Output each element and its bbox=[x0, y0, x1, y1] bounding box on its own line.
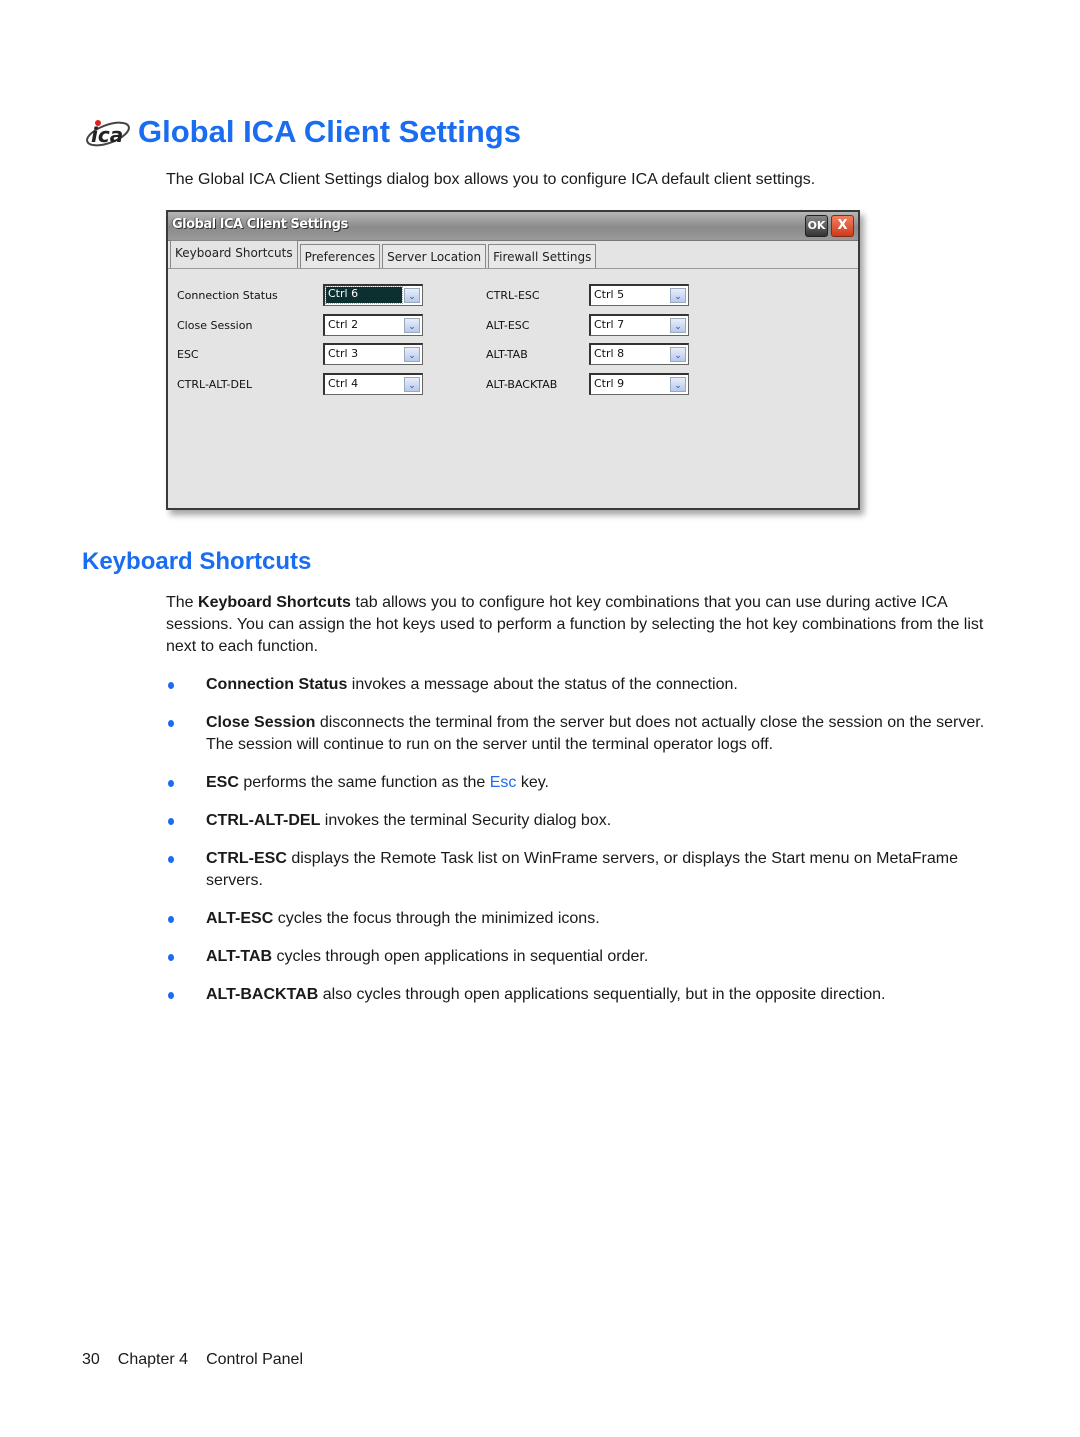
list-item: Close Session disconnects the terminal f… bbox=[166, 712, 996, 756]
desc: performs the same function as the bbox=[238, 774, 490, 791]
alt-esc-select[interactable]: Ctrl 7 ⌄ bbox=[589, 314, 689, 336]
list-item: CTRL-ESC displays the Remote Task list o… bbox=[166, 848, 996, 892]
field-label: CTRL-ESC bbox=[486, 289, 540, 302]
bullet-icon bbox=[168, 992, 174, 999]
term: ALT-TAB bbox=[206, 948, 273, 965]
select-value: Ctrl 4 bbox=[328, 377, 359, 390]
chevron-down-icon[interactable]: ⌄ bbox=[404, 347, 420, 362]
ctrl-esc-select[interactable]: Ctrl 5 ⌄ bbox=[589, 284, 689, 306]
chapter-title: Control Panel bbox=[206, 1351, 304, 1368]
term: ALT-ESC bbox=[206, 910, 274, 927]
desc: key. bbox=[516, 774, 549, 791]
list-item: Connection Status invokes a message abou… bbox=[166, 674, 996, 696]
chevron-down-icon[interactable]: ⌄ bbox=[404, 377, 420, 392]
bullet-icon bbox=[168, 954, 174, 961]
section-heading: Keyboard Shortcuts bbox=[82, 548, 312, 575]
desc: displays the Remote Task list on WinFram… bbox=[206, 850, 958, 889]
ica-logo-icon: ica bbox=[84, 112, 132, 152]
connection-status-select[interactable]: Ctrl 6 ⌄ bbox=[323, 284, 423, 306]
desc: also cycles through open applications se… bbox=[318, 986, 886, 1003]
para-bold: Keyboard Shortcuts bbox=[198, 594, 351, 611]
chevron-down-icon[interactable]: ⌄ bbox=[670, 377, 686, 392]
chevron-down-icon[interactable]: ⌄ bbox=[404, 318, 420, 333]
chevron-down-icon[interactable]: ⌄ bbox=[670, 288, 686, 303]
select-value: Ctrl 2 bbox=[328, 318, 359, 331]
bullet-icon bbox=[168, 818, 174, 825]
term: CTRL-ESC bbox=[206, 850, 287, 867]
list-item: ESC performs the same function as the Es… bbox=[166, 772, 996, 794]
field-label: CTRL-ALT-DEL bbox=[177, 378, 253, 391]
list-item: CTRL-ALT-DEL invokes the terminal Securi… bbox=[166, 810, 996, 832]
ok-button[interactable]: OK bbox=[805, 215, 828, 237]
tab-preferences[interactable]: Preferences bbox=[299, 244, 381, 268]
tab-bar: Keyboard Shortcuts Preferences Server Lo… bbox=[170, 240, 598, 268]
svg-text:ica: ica bbox=[91, 123, 123, 147]
field-label: ALT-ESC bbox=[486, 319, 530, 332]
alt-backtab-select[interactable]: Ctrl 9 ⌄ bbox=[589, 373, 689, 395]
term: CTRL-ALT-DEL bbox=[206, 812, 321, 829]
close-button[interactable]: X bbox=[831, 215, 854, 237]
field-label: ALT-BACKTAB bbox=[486, 378, 558, 391]
select-value: Ctrl 3 bbox=[328, 347, 359, 360]
desc: invokes a message about the status of th… bbox=[347, 676, 738, 693]
select-value: Ctrl 7 bbox=[594, 318, 625, 331]
page-title: Global ICA Client Settings bbox=[138, 114, 521, 149]
term: Close Session bbox=[206, 714, 316, 731]
field-label: Close Session bbox=[177, 319, 253, 332]
settings-dialog: Global ICA Client Settings OK X Keyboard… bbox=[166, 210, 860, 510]
field-label: ALT-TAB bbox=[486, 348, 528, 361]
term: ALT-BACKTAB bbox=[206, 986, 319, 1003]
field-label: Connection Status bbox=[177, 289, 278, 302]
chevron-down-icon[interactable]: ⌄ bbox=[670, 318, 686, 333]
shortcut-list: Connection Status invokes a message abou… bbox=[166, 674, 996, 1022]
page-footer: 30 Chapter 4 Control Panel bbox=[82, 1351, 321, 1369]
bullet-icon bbox=[168, 780, 174, 787]
tab-server-location[interactable]: Server Location bbox=[382, 244, 487, 268]
term: Connection Status bbox=[206, 676, 348, 693]
bullet-icon bbox=[168, 916, 174, 923]
chapter-label: Chapter 4 bbox=[117, 1351, 189, 1368]
tab-firewall-settings[interactable]: Firewall Settings bbox=[488, 244, 597, 268]
page-heading: ica Global ICA Client Settings bbox=[84, 112, 521, 152]
list-item: ALT-BACKTAB also cycles through open app… bbox=[166, 984, 996, 1006]
section-paragraph: The Keyboard Shortcuts tab allows you to… bbox=[166, 592, 986, 658]
intro-text: The Global ICA Client Settings dialog bo… bbox=[166, 171, 816, 188]
field-label: ESC bbox=[177, 348, 199, 361]
bullet-icon bbox=[168, 720, 174, 727]
select-value: Ctrl 8 bbox=[594, 347, 625, 360]
desc: cycles the focus through the minimized i… bbox=[273, 910, 600, 927]
tab-divider bbox=[168, 268, 858, 269]
tab-keyboard-shortcuts[interactable]: Keyboard Shortcuts bbox=[170, 240, 298, 268]
select-value: Ctrl 5 bbox=[594, 288, 625, 301]
bullet-icon bbox=[168, 856, 174, 863]
esc-link[interactable]: Esc bbox=[490, 774, 517, 791]
chevron-down-icon[interactable]: ⌄ bbox=[404, 288, 420, 303]
select-value: Ctrl 6 bbox=[325, 286, 403, 304]
bullet-icon bbox=[168, 682, 174, 689]
page-number: 30 bbox=[82, 1351, 100, 1368]
esc-select[interactable]: Ctrl 3 ⌄ bbox=[323, 343, 423, 365]
dialog-title: Global ICA Client Settings bbox=[172, 217, 348, 232]
select-value: Ctrl 9 bbox=[594, 377, 625, 390]
desc: disconnects the terminal from the server… bbox=[206, 714, 985, 753]
close-session-select[interactable]: Ctrl 2 ⌄ bbox=[323, 314, 423, 336]
chevron-down-icon[interactable]: ⌄ bbox=[670, 347, 686, 362]
alt-tab-select[interactable]: Ctrl 8 ⌄ bbox=[589, 343, 689, 365]
list-item: ALT-TAB cycles through open applications… bbox=[166, 946, 996, 968]
list-item: ALT-ESC cycles the focus through the min… bbox=[166, 908, 996, 930]
desc: invokes the terminal Security dialog box… bbox=[320, 812, 612, 829]
term: ESC bbox=[206, 774, 239, 791]
dialog-titlebar: Global ICA Client Settings OK X bbox=[168, 212, 858, 241]
ctrl-alt-del-select[interactable]: Ctrl 4 ⌄ bbox=[323, 373, 423, 395]
para-text: The bbox=[166, 594, 199, 611]
desc: cycles through open applications in sequ… bbox=[272, 948, 649, 965]
